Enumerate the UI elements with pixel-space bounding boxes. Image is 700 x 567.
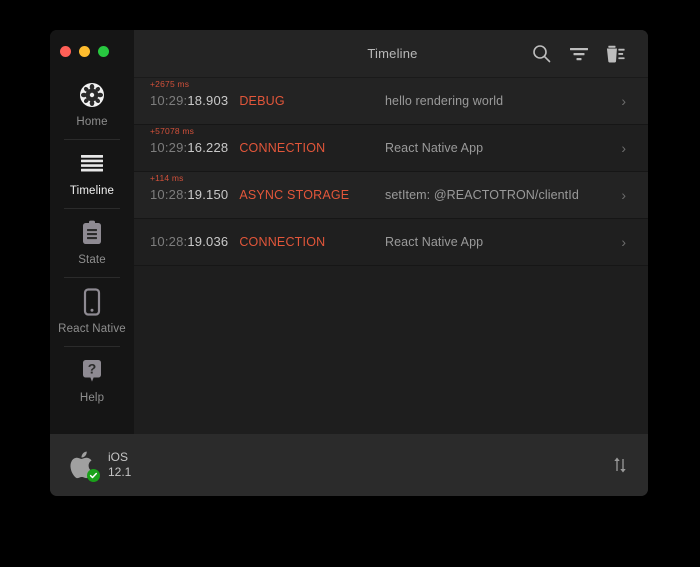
row-time-prefix: 10:29: (150, 93, 188, 108)
main-panel: Timeline +2675 ms 10:29:18.903 DEBUG hel… (134, 30, 648, 434)
page-title: Timeline (367, 46, 418, 61)
status-bar: iOS 12.1 (50, 434, 648, 496)
row-time-value: 16.228 (187, 140, 229, 155)
device-os-version: 12.1 (108, 465, 132, 479)
arrows-up-down-icon[interactable] (612, 456, 628, 474)
traffic-light-controls (50, 37, 134, 60)
row-time-prefix: 10:28: (150, 187, 188, 202)
row-tag: ASYNC STORAGE (239, 188, 350, 202)
sidebar: Home Timeline State React Native ? Help (50, 30, 134, 434)
row-message: React Native App (385, 235, 484, 249)
screenshot-stage: Home Timeline State React Native ? Help … (0, 0, 700, 567)
device-info: iOS 12.1 (108, 450, 131, 480)
sidebar-item-home[interactable]: Home (50, 70, 134, 139)
device-os-name: iOS (108, 450, 129, 464)
row-time-value: 19.036 (187, 234, 229, 249)
chevron-right-icon[interactable]: › (621, 235, 626, 249)
search-icon[interactable] (531, 43, 552, 64)
sidebar-item-label: React Native (58, 323, 126, 335)
clipboard-icon (77, 218, 107, 248)
close-button[interactable] (60, 45, 71, 57)
chevron-right-icon[interactable]: › (621, 94, 626, 108)
table-row[interactable]: 10:28:19.036 CONNECTION React Native App … (134, 219, 648, 266)
phone-icon (77, 287, 107, 317)
row-tag: CONNECTION (239, 141, 326, 155)
row-time-value: 18.903 (187, 93, 229, 108)
apple-logo-icon (68, 448, 100, 482)
sidebar-item-label: State (78, 254, 106, 266)
row-time-prefix: 10:28: (150, 234, 188, 249)
row-time-prefix: 10:29: (150, 140, 188, 155)
row-delta-badge: +2675 ms (150, 79, 190, 89)
sidebar-item-label: Home (76, 116, 108, 128)
table-row[interactable]: +114 ms 10:28:19.150 ASYNC STORAGE setIte… (134, 172, 648, 219)
topbar: Timeline (134, 30, 648, 78)
row-time: 10:28:19.150 (150, 187, 228, 202)
row-timestamp-group: 10:28:19.036 CONNECTION (150, 233, 385, 251)
sidebar-item-react-native[interactable]: React Native (50, 277, 134, 346)
sidebar-item-help[interactable]: ? Help (50, 346, 134, 415)
row-tag: DEBUG (239, 94, 285, 108)
sidebar-item-timeline[interactable]: Timeline (50, 139, 134, 208)
topbar-actions (531, 43, 626, 64)
row-time: 10:29:18.903 (150, 93, 228, 108)
row-time: 10:29:16.228 (150, 140, 228, 155)
row-message: hello rendering world (385, 94, 504, 108)
zoom-button[interactable] (98, 45, 109, 57)
row-timestamp-group: +2675 ms 10:29:18.903 DEBUG (150, 79, 385, 110)
connected-device[interactable]: iOS 12.1 (68, 448, 131, 482)
question-bubble-icon: ? (77, 356, 107, 386)
row-message: React Native App (385, 141, 484, 155)
row-delta-badge: +57078 ms (150, 126, 195, 136)
gear-circle-icon (77, 80, 107, 110)
trash-icon[interactable] (605, 43, 626, 64)
sidebar-item-label: Help (79, 392, 105, 404)
sidebar-item-label: Timeline (69, 185, 115, 197)
row-time-value: 19.150 (187, 187, 229, 202)
row-tag: CONNECTION (239, 235, 326, 249)
table-row[interactable]: +57078 ms 10:29:16.228 CONNECTION React N… (134, 125, 648, 172)
check-icon (87, 469, 100, 482)
window-body: Home Timeline State React Native ? Help … (50, 30, 648, 434)
sidebar-item-state[interactable]: State (50, 208, 134, 277)
minimize-button[interactable] (79, 45, 90, 57)
lines-icon (77, 149, 107, 179)
table-row[interactable]: +2675 ms 10:29:18.903 DEBUG hello renderi… (134, 78, 648, 125)
row-timestamp-group: +57078 ms 10:29:16.228 CONNECTION (150, 126, 385, 157)
chevron-right-icon[interactable]: › (621, 141, 626, 155)
chevron-right-icon[interactable]: › (621, 188, 626, 202)
row-message: setItem: @REACTOTRON/clientId (385, 188, 579, 202)
timeline-list[interactable]: +2675 ms 10:29:18.903 DEBUG hello renderi… (134, 78, 648, 434)
row-time: 10:28:19.036 (150, 234, 228, 249)
row-delta-badge: +114 ms (150, 173, 184, 183)
sidebar-nav: Home Timeline State React Native ? Help (50, 70, 134, 415)
app-window: Home Timeline State React Native ? Help … (50, 30, 648, 496)
svg-text:?: ? (88, 361, 97, 377)
row-timestamp-group: +114 ms 10:28:19.150 ASYNC STORAGE (150, 173, 385, 204)
filter-icon[interactable] (568, 43, 589, 64)
